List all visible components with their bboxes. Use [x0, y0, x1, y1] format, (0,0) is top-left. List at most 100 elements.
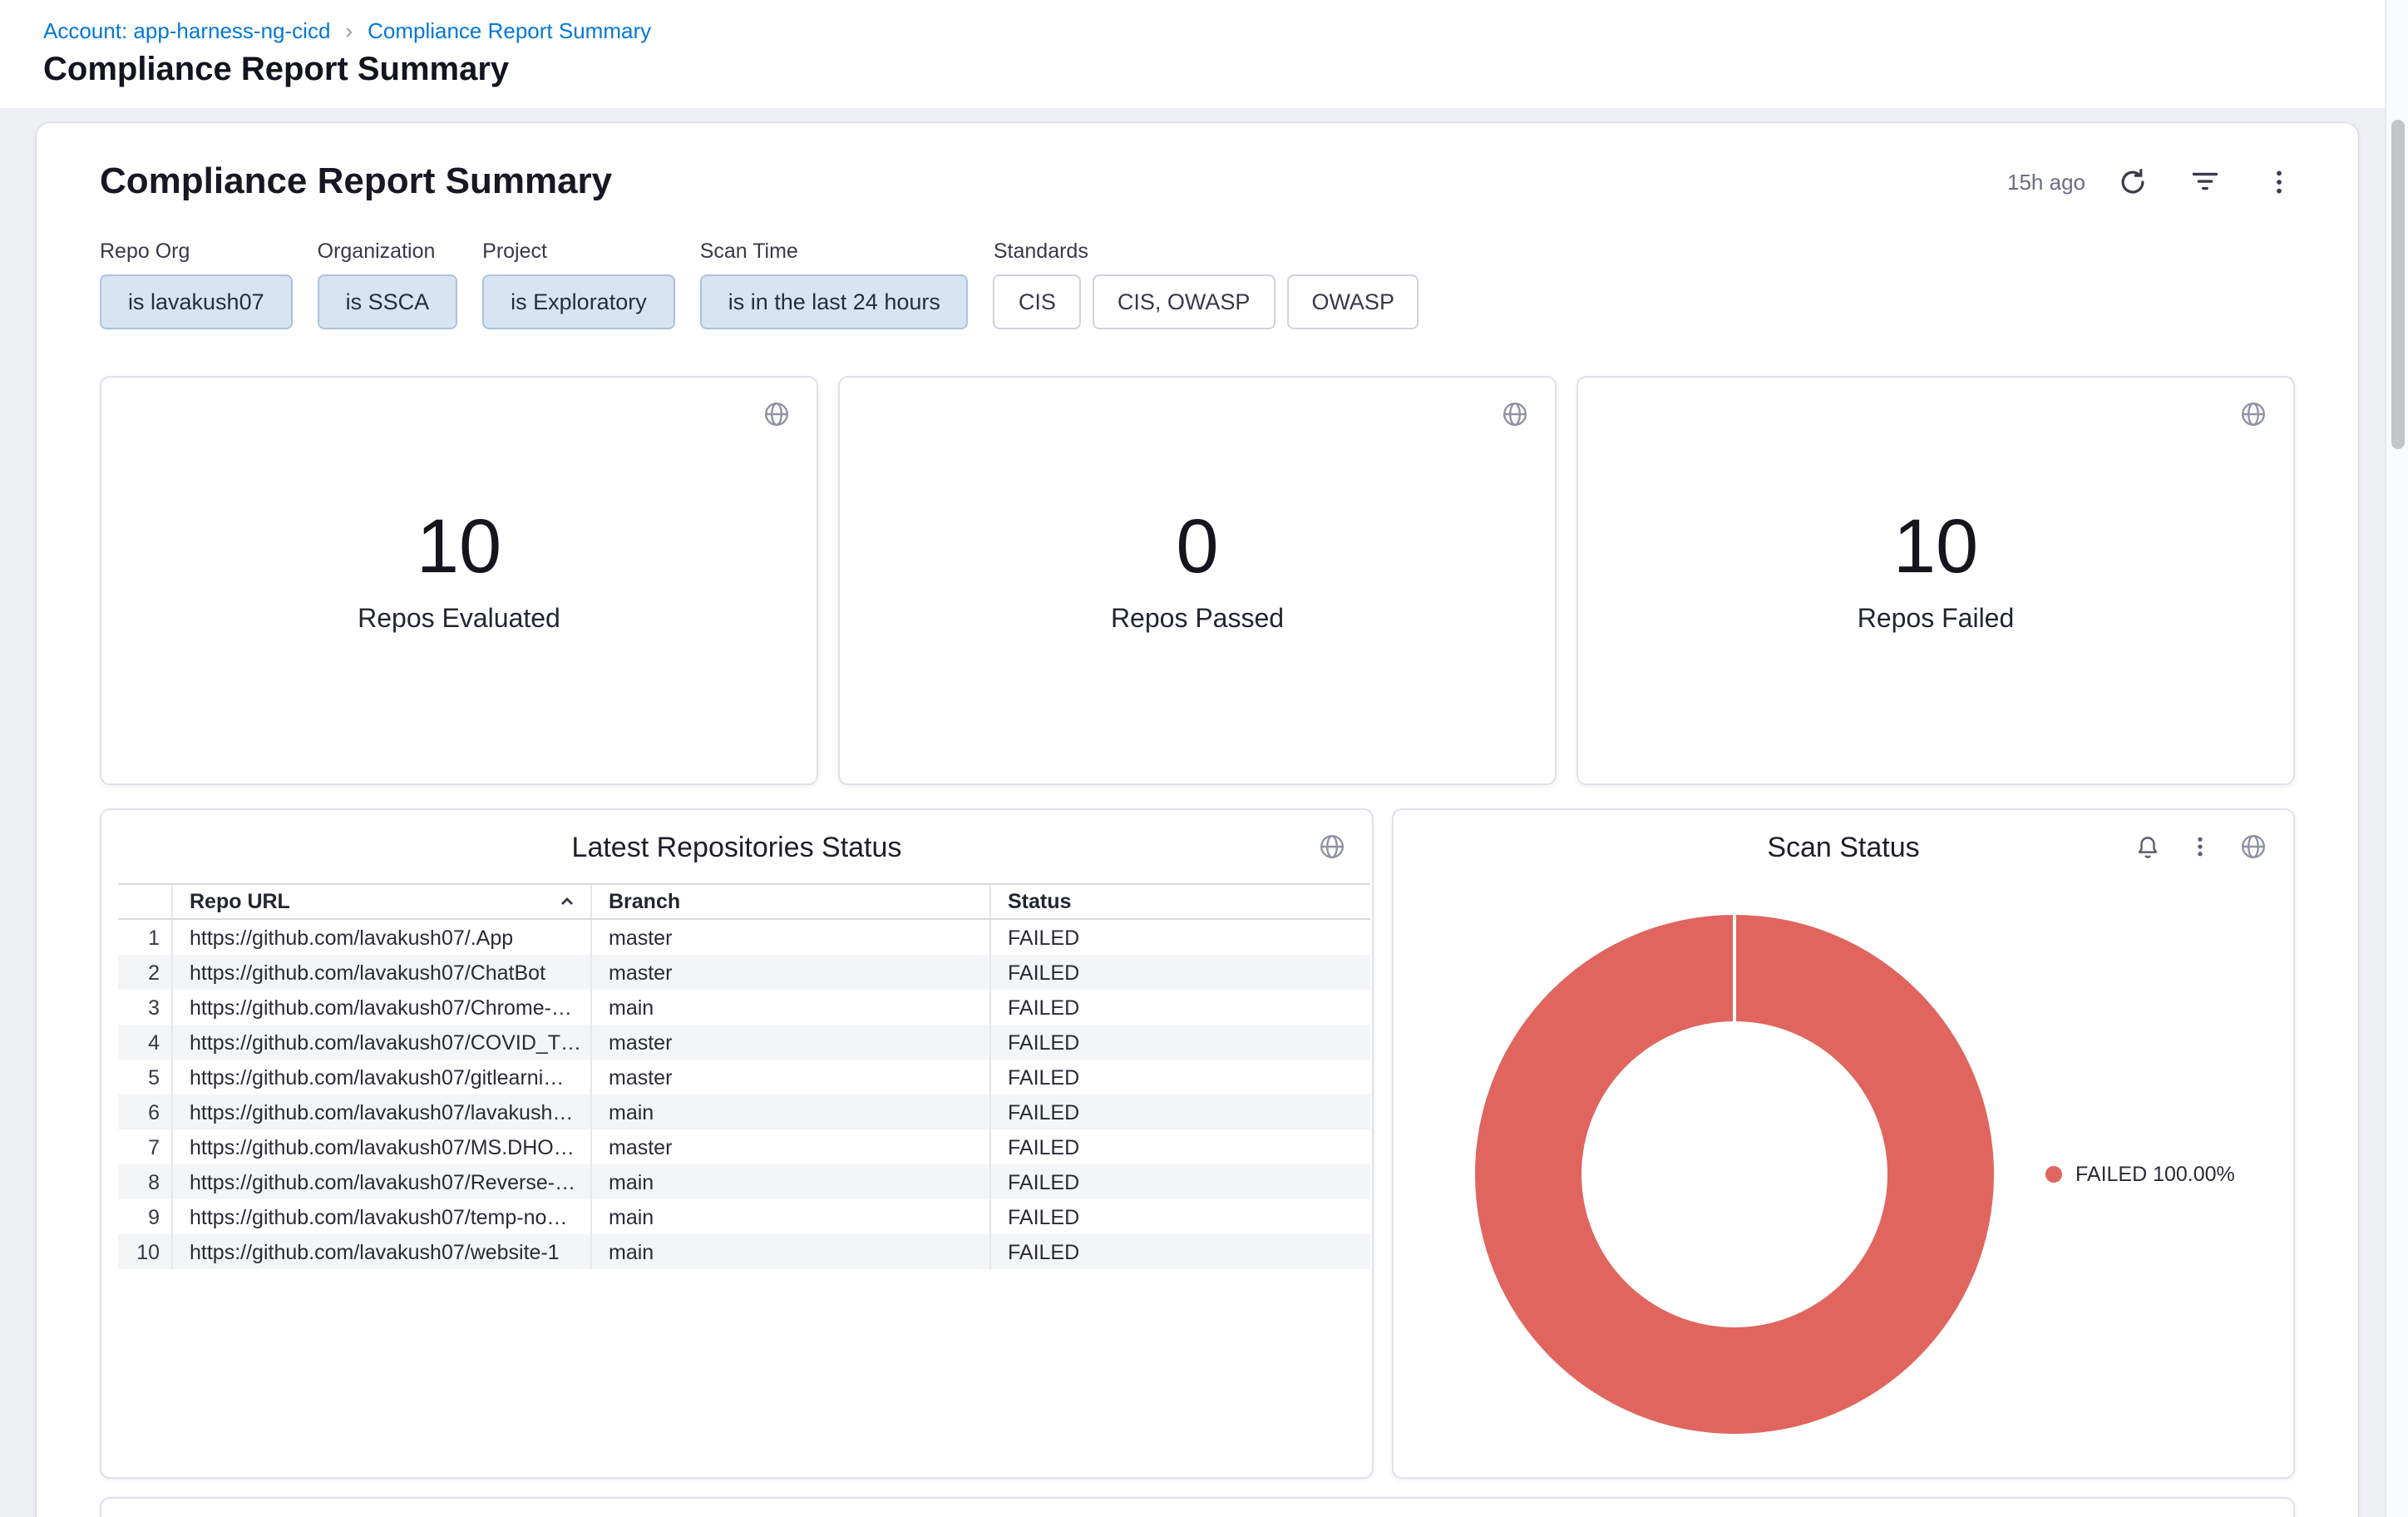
- metric-card: 10 Repos Evaluated: [100, 376, 818, 785]
- branch-cell: master: [590, 920, 989, 955]
- status-cell: FAILED: [989, 955, 1370, 990]
- filter-chips: Repo Org is lavakush07 Organization is S…: [100, 240, 969, 329]
- globe-icon[interactable]: [1498, 398, 1532, 431]
- status-cell: FAILED: [989, 1129, 1370, 1164]
- card-more-options-button[interactable]: [2183, 830, 2217, 863]
- alert-bell-button[interactable]: [2130, 830, 2164, 863]
- standards-label: Standards: [994, 240, 1419, 263]
- last-refreshed-label: 15h ago: [2007, 169, 2085, 194]
- table-row[interactable]: 6 https://github.com/lavakush07/lavakush…: [118, 1095, 1370, 1129]
- filter-chip[interactable]: is Exploratory: [482, 274, 675, 329]
- table-row[interactable]: 8 https://github.com/lavakush07/Reverse-…: [118, 1164, 1370, 1199]
- table-row[interactable]: 10 https://github.com/lavakush07/website…: [118, 1234, 1370, 1269]
- column-header-branch[interactable]: Branch: [590, 885, 989, 918]
- dashboard-header: Compliance Report Summary 15h ago: [100, 160, 2295, 203]
- branch-cell: main: [590, 1234, 989, 1269]
- globe-icon[interactable]: [760, 398, 793, 431]
- row-index: 4: [118, 1025, 171, 1060]
- page-title: Compliance Report Summary: [43, 52, 2365, 90]
- repositories-table: Repo URL Branch Status 1 https://github.…: [118, 883, 1370, 1269]
- table-row[interactable]: 4 https://github.com/lavakush07/COVID_T……: [118, 1025, 1370, 1060]
- filter-label: Scan Time: [700, 240, 969, 263]
- breadcrumb-current-link[interactable]: Compliance Report Summary: [368, 18, 651, 43]
- sort-ascending-icon: [559, 893, 575, 910]
- filters-row: Repo Org is lavakush07 Organization is S…: [100, 240, 2295, 329]
- scan-status-card: Scan Status: [1392, 808, 2295, 1479]
- row-index: 1: [118, 920, 171, 955]
- repo-url-cell: https://github.com/lavakush07/MS.DHO…: [171, 1129, 590, 1164]
- column-header-repo-url[interactable]: Repo URL: [171, 885, 590, 918]
- row-index: 7: [118, 1129, 171, 1164]
- metric-content: 10 Repos Evaluated: [358, 500, 560, 635]
- scan-status-donut-chart[interactable]: [1475, 915, 1994, 1434]
- row-index: 9: [118, 1199, 171, 1234]
- dashboard-actions: 15h ago: [2007, 165, 2295, 198]
- dashboard-title: Compliance Report Summary: [100, 160, 612, 203]
- latest-repositories-card: Latest Repositories Status Repo URL: [100, 808, 1374, 1479]
- table-row[interactable]: 7 https://github.com/lavakush07/MS.DHO… …: [118, 1129, 1370, 1164]
- repo-url-cell: https://github.com/lavakush07/COVID_T…: [171, 1025, 590, 1060]
- table-title: Latest Repositories Status: [101, 832, 1372, 865]
- globe-icon[interactable]: [2237, 398, 2270, 431]
- filter-chip[interactable]: is lavakush07: [100, 274, 293, 329]
- scrollbar-thumb[interactable]: [2391, 120, 2405, 449]
- metric-label: Repos Evaluated: [358, 605, 560, 635]
- breadcrumb: Account: app-harness-ng-cicd › Complianc…: [43, 18, 2365, 43]
- table-row[interactable]: 3 https://github.com/lavakush07/Chrome-……: [118, 990, 1370, 1025]
- column-header-status[interactable]: Status: [989, 885, 1370, 918]
- filter-button[interactable]: [2188, 165, 2222, 198]
- branch-cell: master: [590, 1060, 989, 1095]
- filter-chip[interactable]: is SSCA: [318, 274, 458, 329]
- refresh-button[interactable]: [2115, 165, 2149, 198]
- globe-icon[interactable]: [1315, 830, 1349, 863]
- metric-content: 0 Repos Passed: [1111, 500, 1284, 635]
- vertical-scrollbar: [2385, 0, 2408, 1517]
- metric-value: 10: [358, 500, 560, 590]
- refresh-icon: [2118, 167, 2146, 195]
- repo-url-cell: https://github.com/lavakush07/temp-no…: [171, 1199, 590, 1234]
- branch-cell: master: [590, 1025, 989, 1060]
- legend-failed-label: FAILED 100.00%: [2075, 1163, 2235, 1186]
- row-index: 5: [118, 1060, 171, 1095]
- standards-option-button[interactable]: OWASP: [1286, 274, 1419, 329]
- status-cell: FAILED: [989, 990, 1370, 1025]
- breadcrumb-separator-icon: ›: [345, 18, 353, 43]
- metric-value: 0: [1111, 500, 1284, 590]
- next-card-peek: [100, 1497, 2295, 1517]
- status-cell: FAILED: [989, 1199, 1370, 1234]
- table-row[interactable]: 2 https://github.com/lavakush07/ChatBot …: [118, 955, 1370, 990]
- standards-option-button[interactable]: CIS: [994, 274, 1081, 329]
- standards-option-button[interactable]: CIS, OWASP: [1093, 274, 1276, 329]
- metric-label: Repos Failed: [1858, 605, 2015, 635]
- branch-cell: master: [590, 955, 989, 990]
- filter-group: Project is Exploratory: [482, 240, 675, 329]
- status-cell: FAILED: [989, 1060, 1370, 1095]
- legend-failed-dot: [2045, 1166, 2062, 1183]
- repo-url-cell: https://github.com/lavakush07/Reverse-…: [171, 1164, 590, 1199]
- top-header-bar: Account: app-harness-ng-cicd › Complianc…: [0, 0, 2408, 110]
- globe-icon[interactable]: [2237, 830, 2270, 863]
- app-viewport: Account: app-harness-ng-cicd › Complianc…: [0, 0, 2408, 1517]
- standards-filter-group: Standards CIS CIS, OWASP OWASP: [994, 240, 1419, 329]
- more-options-button[interactable]: [2262, 165, 2295, 198]
- row-index: 2: [118, 955, 171, 990]
- filter-chip[interactable]: is in the last 24 hours: [700, 274, 969, 329]
- filter-group: Repo Org is lavakush07: [100, 240, 293, 329]
- table-row[interactable]: 1 https://github.com/lavakush07/.App mas…: [118, 920, 1370, 955]
- chart-legend[interactable]: FAILED 100.00%: [2045, 1163, 2235, 1186]
- breadcrumb-account-link[interactable]: Account: app-harness-ng-cicd: [43, 18, 330, 43]
- row-number-header: [118, 885, 171, 918]
- metric-value: 10: [1858, 500, 2015, 590]
- metric-card: 0 Repos Passed: [838, 376, 1557, 785]
- row-index: 3: [118, 990, 171, 1025]
- status-cell: FAILED: [989, 920, 1370, 955]
- row-index: 8: [118, 1164, 171, 1199]
- table-row[interactable]: 9 https://github.com/lavakush07/temp-no……: [118, 1199, 1370, 1234]
- row-index: 10: [118, 1234, 171, 1269]
- filter-label: Organization: [318, 240, 458, 263]
- row-index: 6: [118, 1095, 171, 1129]
- branch-cell: master: [590, 1129, 989, 1164]
- branch-cell: main: [590, 1164, 989, 1199]
- table-row[interactable]: 5 https://github.com/lavakush07/gitlearn…: [118, 1060, 1370, 1095]
- bottom-row: Latest Repositories Status Repo URL: [100, 808, 2295, 1479]
